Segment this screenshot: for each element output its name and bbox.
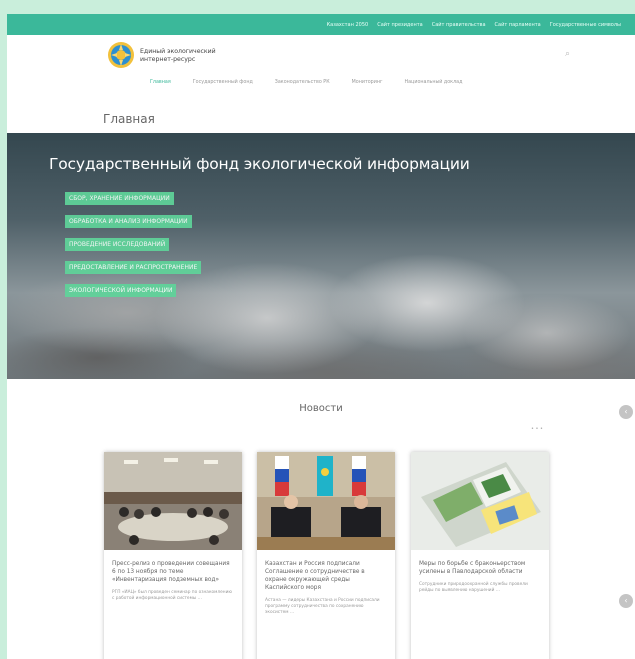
nav-item-state-fund[interactable]: Государственный фонд (193, 80, 253, 85)
news-more-icon[interactable]: • • • (531, 426, 543, 432)
hero-title: Государственный фонд экологической инфор… (49, 155, 470, 173)
nav-item-home[interactable]: Главная (150, 80, 171, 85)
hero-tag-collection: СБОР, ХРАНЕНИЕ ИНФОРМАЦИИ (65, 192, 174, 205)
news-card-text: РГП «ИАЦ» был проведен семинар по ознако… (112, 590, 233, 601)
news-card[interactable]: Меры по борьбе с браконьерством усилены … (411, 452, 549, 659)
news-section-title: Новости (299, 403, 343, 414)
hero-tag-analysis: ОБРАБОТКА И АНАЛИЗ ИНФОРМАЦИИ (65, 215, 192, 228)
news-card-text: Астана — лидеры Казахстана и России подп… (265, 598, 380, 615)
hero-banner: Государственный фонд экологической инфор… (7, 133, 635, 379)
nav-item-national-report[interactable]: Национальный доклад (405, 80, 463, 85)
nav-item-monitoring[interactable]: Мониторинг (352, 80, 383, 85)
news-card-title[interactable]: Меры по борьбе с браконьерством усилены … (419, 560, 541, 576)
scroll-down-button[interactable]: ‹ (619, 594, 633, 608)
topbar-link-parliament[interactable]: Сайт парламента (495, 22, 541, 28)
site-header: Единый экологический интернет-ресурс ⌕ (7, 35, 635, 75)
page-title: Главная (103, 112, 155, 126)
hero-tag-distribution: ПРЕДОСТАВЛЕНИЕ И РАСПРОСТРАНЕНИЕ (65, 261, 202, 274)
logo-line-2: интернет-ресурс (140, 55, 196, 63)
news-card-image[interactable] (104, 452, 242, 550)
nav-item-legislation[interactable]: Законодательство РК (275, 80, 330, 85)
search-icon[interactable]: ⌕ (565, 49, 575, 59)
topbar-link-government[interactable]: Сайт правительства (432, 22, 486, 28)
hero-tags: СБОР, ХРАНЕНИЕ ИНФОРМАЦИИ ОБРАБОТКА И АН… (65, 185, 202, 300)
scroll-up-button[interactable]: ‹ (619, 405, 633, 419)
main-nav: Главная Государственный фонд Законодател… (150, 80, 484, 85)
news-card-image[interactable] (411, 452, 549, 550)
topbar-link-kazakhstan-2050[interactable]: Казахстан 2050 (327, 22, 369, 28)
news-card-title[interactable]: Казахстан и Россия подписали Соглашение … (265, 560, 387, 592)
topbar-link-state-symbols[interactable]: Государственные символы (550, 22, 621, 28)
news-card-title[interactable]: Пресс-релиз о проведении совещания 6 по … (112, 560, 234, 584)
news-card[interactable]: Казахстан и Россия подписали Соглашение … (257, 452, 395, 659)
news-card-text: Сотрудники природоохранной службы провел… (419, 582, 528, 593)
hero-tag-eco-info: ЭКОЛОГИЧЕСКОЙ ИНФОРМАЦИИ (65, 284, 177, 297)
news-card[interactable]: Пресс-релиз о проведении совещания 6 по … (104, 452, 242, 659)
logo-line-1: Единый экологический (140, 48, 216, 55)
news-card-image[interactable] (257, 452, 395, 550)
topbar-link-president[interactable]: Сайт президента (377, 22, 423, 28)
site-logo-icon[interactable] (107, 41, 135, 69)
top-bar: Казахстан 2050 Сайт президента Сайт прав… (7, 14, 635, 35)
hero-tag-research: ПРОВЕДЕНИЕ ИССЛЕДОВАНИЙ (65, 238, 170, 251)
page: Казахстан 2050 Сайт президента Сайт прав… (7, 14, 635, 659)
site-logo-text[interactable]: Единый экологический интернет-ресурс (140, 48, 216, 63)
